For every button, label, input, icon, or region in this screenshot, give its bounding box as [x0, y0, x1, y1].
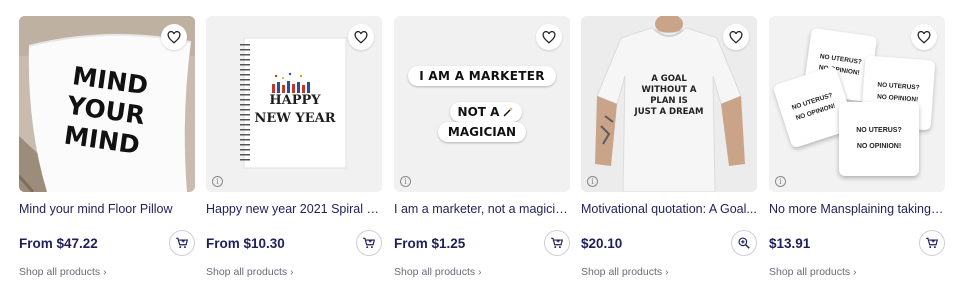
- product-image[interactable]: I AM A MARKETER NOT A MAGICIAN i: [394, 16, 570, 192]
- heart-icon: [542, 30, 556, 44]
- shop-all-label: Shop all products: [19, 266, 101, 278]
- product-image[interactable]: NO UTERUS? NO OPINION! NO UTERUS? NO OPI…: [769, 16, 945, 192]
- heart-icon: [354, 30, 368, 44]
- cart-plus-icon: [551, 237, 563, 249]
- product-price: $20.10: [581, 235, 623, 251]
- shop-all-label: Shop all products: [394, 266, 476, 278]
- favorite-button[interactable]: [348, 24, 374, 50]
- art-line: HAPPY: [269, 93, 321, 108]
- product-price: From $47.22: [19, 235, 98, 251]
- shop-all-link[interactable]: Shop all products ›: [769, 266, 945, 278]
- art-line: NOT A: [457, 105, 500, 119]
- shop-all-label: Shop all products: [206, 266, 288, 278]
- zoom-in-icon: [738, 237, 750, 249]
- info-icon[interactable]: i: [212, 176, 223, 187]
- product-image[interactable]: A GOAL WITHOUT A PLAN IS JUST A DREAM i: [581, 16, 757, 192]
- product-image[interactable]: HAPPY NEW YEAR i: [206, 16, 382, 192]
- product-title[interactable]: I am a marketer, not a magicia...: [394, 202, 570, 216]
- shop-all-link[interactable]: Shop all products ›: [19, 266, 195, 278]
- cart-plus-icon: [926, 237, 938, 249]
- product-card: MIND YOUR MIND Mind your mind Floor Pill…: [19, 16, 195, 278]
- chevron-right-icon: ›: [665, 267, 669, 278]
- art-line: WITHOUT A: [641, 85, 697, 95]
- cart-plus-icon: [176, 237, 188, 249]
- art-line: JUST A DREAM: [634, 107, 704, 117]
- sticker-line: I AM A MARKETER: [408, 66, 556, 86]
- product-price: From $1.25: [394, 235, 466, 251]
- art-line: I AM A MARKETER: [419, 69, 545, 83]
- favorite-button[interactable]: [536, 24, 562, 50]
- chevron-right-icon: ›: [853, 267, 857, 278]
- art-line: A GOAL: [651, 74, 687, 84]
- add-to-cart-button[interactable]: [169, 230, 195, 256]
- shop-all-link[interactable]: Shop all products ›: [394, 266, 570, 278]
- product-title[interactable]: No more Mansplaining taking f...: [769, 202, 945, 216]
- art-line: NEW YEAR: [254, 111, 336, 126]
- chevron-right-icon: ›: [478, 267, 482, 278]
- price-row: $13.91: [769, 230, 945, 256]
- shop-all-link[interactable]: Shop all products ›: [206, 266, 382, 278]
- product-image[interactable]: MIND YOUR MIND: [19, 16, 195, 192]
- heart-icon: [167, 30, 181, 44]
- quick-view-button[interactable]: [731, 230, 757, 256]
- sticker-line: MAGICIAN: [438, 122, 526, 142]
- product-price: $13.91: [769, 235, 811, 251]
- magic-wand-icon: [503, 107, 514, 117]
- info-icon[interactable]: i: [775, 176, 786, 187]
- chevron-right-icon: ›: [103, 267, 107, 278]
- coaster: NO UTERUS? NO OPINION!: [839, 102, 919, 176]
- product-card: HAPPY NEW YEAR i Happy new year 2021 Spi…: [206, 16, 382, 278]
- product-title[interactable]: Mind your mind Floor Pillow: [19, 202, 195, 216]
- art-line: PLAN IS: [650, 96, 688, 106]
- add-to-cart-button[interactable]: [919, 230, 945, 256]
- add-to-cart-button[interactable]: [356, 230, 382, 256]
- tshirt-text: A GOAL WITHOUT A PLAN IS JUST A DREAM: [629, 74, 709, 118]
- product-price: From $10.30: [206, 235, 285, 251]
- sticker-line: NOT A: [450, 102, 522, 122]
- favorite-button[interactable]: [723, 24, 749, 50]
- favorite-button[interactable]: [911, 24, 937, 50]
- product-title[interactable]: Happy new year 2021 Spiral N...: [206, 202, 382, 216]
- price-row: $20.10: [581, 230, 757, 256]
- notebook-text: HAPPY NEW YEAR: [244, 92, 346, 128]
- shop-all-link[interactable]: Shop all products ›: [581, 266, 757, 278]
- price-row: From $47.22: [19, 230, 195, 256]
- shop-all-label: Shop all products: [581, 266, 663, 278]
- product-title[interactable]: Motivational quotation: A Goal...: [581, 202, 757, 216]
- art-line: NO UTERUS?: [856, 127, 902, 134]
- heart-icon: [729, 30, 743, 44]
- add-to-cart-button[interactable]: [544, 230, 570, 256]
- favorite-button[interactable]: [161, 24, 187, 50]
- shop-all-label: Shop all products: [769, 266, 851, 278]
- cart-plus-icon: [363, 237, 375, 249]
- product-card: A GOAL WITHOUT A PLAN IS JUST A DREAM i …: [581, 16, 757, 278]
- product-card: NO UTERUS? NO OPINION! NO UTERUS? NO OPI…: [769, 16, 945, 278]
- art-line: NO OPINION!: [856, 143, 902, 150]
- art-line: MAGICIAN: [447, 125, 517, 139]
- product-grid: MIND YOUR MIND Mind your mind Floor Pill…: [0, 0, 958, 281]
- product-card: I AM A MARKETER NOT A MAGICIAN i I am a …: [394, 16, 570, 278]
- info-icon[interactable]: i: [587, 176, 598, 187]
- info-icon[interactable]: i: [400, 176, 411, 187]
- heart-icon: [917, 30, 931, 44]
- price-row: From $10.30: [206, 230, 382, 256]
- chevron-right-icon: ›: [290, 267, 294, 278]
- price-row: From $1.25: [394, 230, 570, 256]
